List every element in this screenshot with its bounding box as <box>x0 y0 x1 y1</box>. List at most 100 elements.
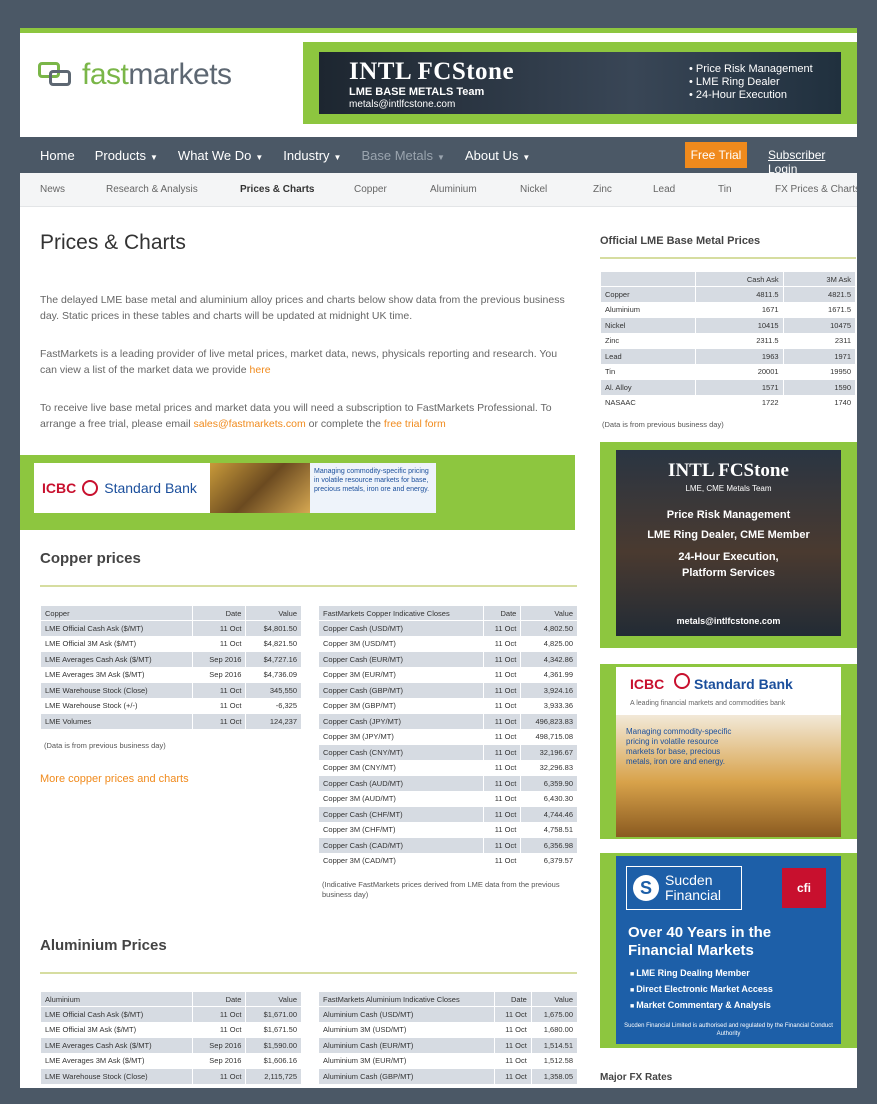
table-row: Nickel 10415 10475 <box>600 317 857 334</box>
market-data-here-link[interactable]: here <box>250 364 271 376</box>
aluminium-lme-table: Aluminium Date Value LME Official Cash Ask… <box>40 991 302 1085</box>
sucden-logo: S Sucden Financial <box>626 866 742 910</box>
aluminium-prices-heading: Aluminium Prices <box>40 937 167 954</box>
table-row: Copper 3M (CHF/MT) 11 Oct 4,758.51 <box>317 821 578 838</box>
table-row: Copper 3M (JPY/MT) 11 Oct 498,715.08 <box>317 728 578 745</box>
table-row: Copper Cash (JPY/MT) 11 Oct 496,823.83 <box>317 713 578 730</box>
icbc-ad[interactable]: ICBC Standard Bank A leading financial m… <box>616 667 841 837</box>
ad-fine-print: Sucden Financial Limited is authorised a… <box>624 1023 833 1037</box>
chevron-down-icon: ▼ <box>150 152 158 162</box>
nav-home[interactable]: Home <box>40 148 75 163</box>
table-row: LME Averages Cash Ask ($/MT) Sep 2016 $4,7… <box>40 651 302 668</box>
ad-team: LME BASE METALS Team <box>349 86 485 98</box>
table-row: LME Warehouse Stock (+/-) 11 Oct -6,325 <box>40 697 302 714</box>
table-row: LME Warehouse Stock (Close) 11 Oct 2,115,7… <box>40 1068 302 1085</box>
subscription-paragraph: To receive live base metal prices and ma… <box>40 402 552 430</box>
chevron-down-icon: ▼ <box>333 152 342 162</box>
lme-table-note: (Data is from previous business day) <box>602 420 724 429</box>
ad-team: LME, CME Metals Team <box>685 484 772 493</box>
ad-line: Platform Services <box>682 567 775 579</box>
free-trial-form-link[interactable]: free trial form <box>384 418 446 430</box>
copper-lme-note: (Data is from previous business day) <box>44 741 166 750</box>
mid-banner-ad[interactable]: ICBC Standard Bank Managing commodity-spe… <box>20 455 575 530</box>
subnav-fx[interactable]: FX Prices & Charts <box>775 184 857 195</box>
subnav-zinc[interactable]: Zinc <box>593 184 612 195</box>
table-row: Aluminium 1671 1671.5 <box>600 301 857 318</box>
free-trial-button[interactable]: Free Trial <box>685 142 747 168</box>
table-row: Aluminium 3M (EUR/MT) 11 Oct 1,512.58 <box>318 1052 579 1069</box>
subnav-tin[interactable]: Tin <box>718 184 732 195</box>
ad-headline: Over 40 Years in the Financial Markets <box>628 924 772 959</box>
nav-what-we-do[interactable]: What We Do ▼ <box>178 148 263 163</box>
table-row: LME Official 3M Ask ($/MT) 11 Oct $4,821.5… <box>40 635 302 652</box>
table-row: Copper 3M (GBP/MT) 11 Oct 3,933.36 <box>317 697 578 714</box>
nav-about-us[interactable]: About Us ▼ <box>465 148 530 163</box>
lme-base-metal-table: Cash Ask 3M Ask Copper 4811.5 4821.5 Alumin… <box>600 271 857 411</box>
sub-nav: News Research & Analysis Prices & Charts… <box>20 173 857 207</box>
subnav-nickel[interactable]: Nickel <box>520 184 547 195</box>
more-copper-link[interactable]: More copper prices and charts <box>40 773 189 785</box>
ad-line: Price Risk Management <box>666 509 791 521</box>
subscriber-login-link[interactable]: Subscriber Login <box>768 148 857 176</box>
sucden-ad[interactable]: S Sucden Financial cfi Over 40 Years in t… <box>616 856 841 1044</box>
table-row: Zinc 2311.5 2311 <box>600 332 857 349</box>
table-row: Tin 20001 19950 <box>600 363 857 380</box>
table-row: Aluminium Cash (GBP/MT) 11 Oct 1,358.05 <box>318 1068 579 1085</box>
table-row: LME Averages 3M Ask ($/MT) Sep 2016 $1,606… <box>40 1052 302 1069</box>
table-row: NASAAC 1722 1740 <box>600 394 857 411</box>
ad-bullet: • LME Ring Dealer <box>689 76 780 88</box>
section-divider <box>40 972 577 974</box>
ad-bullets: LME Ring Dealing Member Direct Electroni… <box>630 966 773 1014</box>
ad-line: 24-Hour Execution, <box>678 551 779 563</box>
ad-bullet: • 24-Hour Execution <box>689 89 788 101</box>
page: fastmarkets INTL FCStone LME BASE METALS… <box>20 28 857 1088</box>
table-row: Aluminium Cash (EUR/MT) 11 Oct 1,514.51 <box>318 1037 579 1054</box>
nav-base-metals[interactable]: Base Metals ▼ <box>361 148 444 163</box>
subnav-prices-charts[interactable]: Prices & Charts <box>240 184 314 195</box>
subnav-aluminium[interactable]: Aluminium <box>430 184 477 195</box>
icbc-standard-bank-banner[interactable]: ICBC Standard Bank Managing commodity-spe… <box>34 463 436 513</box>
subnav-copper[interactable]: Copper <box>354 184 387 195</box>
intlfcstone-ad[interactable]: INTL FCStone LME, CME Metals Team Price … <box>616 450 841 636</box>
sales-email-link[interactable]: sales@fastmarkets.com <box>194 418 306 430</box>
table-row: Copper Cash (USD/MT) 11 Oct 4,802.50 <box>317 620 578 637</box>
table-row: Copper 3M (CNY/MT) 11 Oct 32,296.83 <box>317 759 578 776</box>
intlfcstone-banner[interactable]: INTL FCStone LME BASE METALS Team metals… <box>319 52 841 114</box>
top-accent-line <box>20 28 857 33</box>
top-banner-ad[interactable]: INTL FCStone LME BASE METALS Team metals… <box>303 42 857 124</box>
table-row: Copper Cash (EUR/MT) 11 Oct 4,342.86 <box>317 651 578 668</box>
nav-products[interactable]: Products ▼ <box>95 148 158 163</box>
nav-industry[interactable]: Industry ▼ <box>283 148 341 163</box>
aluminium-indicative-table: FastMarkets Aluminium Indicative Closes D… <box>318 991 579 1085</box>
subnav-lead[interactable]: Lead <box>653 184 675 195</box>
ad-tagline: A leading financial markets and commodit… <box>630 700 786 707</box>
ad-email: metals@intlfcstone.com <box>676 616 781 626</box>
sidebar-ad-sucden[interactable]: S Sucden Financial cfi Over 40 Years in t… <box>600 853 857 1048</box>
ad-bullet: Market Commentary & Analysis <box>630 998 773 1014</box>
table-row: Copper 3M (USD/MT) 11 Oct 4,825.00 <box>317 635 578 652</box>
chevron-down-icon: ▼ <box>522 152 531 162</box>
table-row: Copper 3M (AUD/MT) 11 Oct 6,430.30 <box>317 790 578 807</box>
icbc-emblem-icon <box>82 480 99 496</box>
table-row: LME Averages Cash Ask ($/MT) Sep 2016 $1,5… <box>40 1037 302 1054</box>
lme-prices-heading: Official LME Base Metal Prices <box>600 235 761 247</box>
ad-bullet: Direct Electronic Market Access <box>630 982 773 998</box>
fastmarkets-logo[interactable]: fastmarkets <box>38 58 232 92</box>
table-row: Lead 1963 1971 <box>600 348 857 365</box>
ad-blurb: Managing commodity-specific pricing in v… <box>310 463 436 513</box>
table-row: Al. Alloy 1571 1590 <box>600 379 857 396</box>
table-row: Aluminium 3M (USD/MT) 11 Oct 1,680.00 <box>318 1021 579 1038</box>
provider-paragraph: FastMarkets is a leading provider of liv… <box>40 348 558 376</box>
cfi-award-icon: cfi <box>782 868 826 908</box>
sidebar-ad-intlfcstone[interactable]: INTL FCStone LME, CME Metals Team Price … <box>600 442 857 648</box>
chevron-down-icon: ▼ <box>255 152 264 162</box>
table-row: Aluminium Cash (USD/MT) 11 Oct 1,675.00 <box>318 1006 579 1023</box>
ad-bullet: • Price Risk Management <box>689 63 813 75</box>
icbc-logo: ICBC Standard Bank <box>42 480 197 496</box>
table-row: LME Official 3M Ask ($/MT) 11 Oct $1,671.5… <box>40 1021 302 1038</box>
section-divider <box>600 257 856 259</box>
subnav-research[interactable]: Research & Analysis <box>106 184 198 195</box>
sidebar-ad-icbc[interactable]: ICBC Standard Bank A leading financial m… <box>600 664 857 839</box>
subnav-news[interactable]: News <box>40 184 65 195</box>
ad-bullets: • Price Risk Management • LME Ring Deale… <box>689 63 813 102</box>
